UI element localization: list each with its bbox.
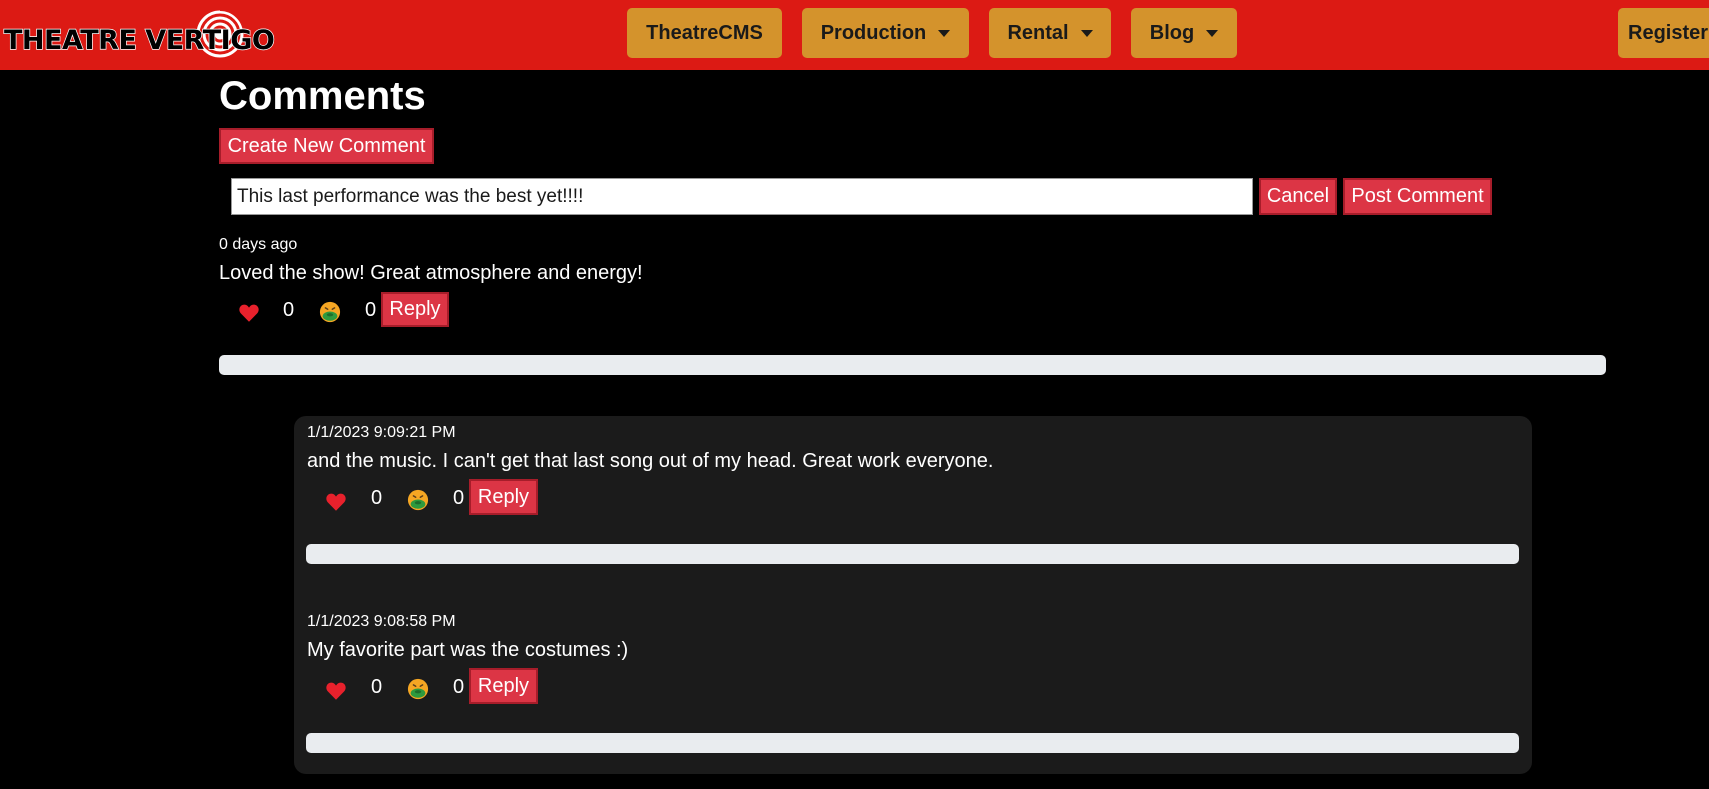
create-new-comment-button[interactable]: Create New Comment: [219, 128, 434, 164]
nav-theatrecms-button[interactable]: TheatreCMS: [627, 8, 782, 58]
register-button[interactable]: Register: [1618, 8, 1709, 58]
chevron-down-icon: [1206, 29, 1219, 37]
nav-theatrecms-label: TheatreCMS: [646, 21, 763, 44]
page-title: Comments: [219, 74, 426, 118]
heart-icon[interactable]: [325, 491, 347, 513]
top-navbar: THEATRE VERTIGO TheatreCMS Production Re…: [0, 0, 1709, 70]
dislike-count: 0: [453, 676, 465, 698]
reply-text: My favorite part was the costumes :): [307, 639, 629, 661]
nauseated-face-icon[interactable]: [407, 489, 429, 511]
reply-input-bar[interactable]: [306, 733, 1519, 753]
post-comment-button[interactable]: Post Comment: [1343, 178, 1492, 215]
nav-production-label: Production: [820, 21, 927, 44]
theatre-vertigo-logo[interactable]: THEATRE VERTIGO: [2, 8, 276, 60]
comment-text: Loved the show! Great atmosphere and ene…: [219, 262, 643, 284]
nauseated-face-icon[interactable]: [319, 301, 341, 323]
nav-production-dropdown[interactable]: Production: [802, 8, 969, 58]
reply-timestamp: 1/1/2023 9:08:58 PM: [307, 613, 456, 630]
chevron-down-icon: [938, 29, 951, 37]
nav-blog-dropdown[interactable]: Blog: [1131, 8, 1237, 58]
reply-timestamp: 1/1/2023 9:09:21 PM: [307, 424, 456, 441]
cancel-button[interactable]: Cancel: [1259, 178, 1337, 215]
nauseated-face-icon[interactable]: [407, 678, 429, 700]
nav-blog-label: Blog: [1149, 21, 1195, 44]
reply-button[interactable]: Reply: [381, 292, 449, 327]
comment-input[interactable]: [231, 178, 1253, 215]
dislike-count: 0: [365, 299, 377, 321]
like-count: 0: [371, 676, 383, 698]
heart-icon[interactable]: [238, 302, 260, 324]
like-count: 0: [371, 487, 383, 509]
dislike-count: 0: [453, 487, 465, 509]
reply-input-bar[interactable]: [306, 544, 1519, 564]
nav-rental-label: Rental: [1007, 21, 1069, 44]
reply-input-bar[interactable]: [219, 355, 1606, 375]
comment-timestamp: 0 days ago: [219, 236, 298, 253]
like-count: 0: [283, 299, 295, 321]
nav-rental-dropdown[interactable]: Rental: [989, 8, 1111, 58]
reply-button[interactable]: Reply: [469, 479, 538, 515]
reply-button[interactable]: Reply: [469, 668, 538, 704]
heart-icon[interactable]: [325, 680, 347, 702]
chevron-down-icon: [1080, 29, 1093, 37]
register-label: Register: [1628, 21, 1709, 44]
logo-text: THEATRE VERTIGO: [3, 24, 275, 56]
reply-text: and the music. I can't get that last son…: [307, 450, 994, 472]
